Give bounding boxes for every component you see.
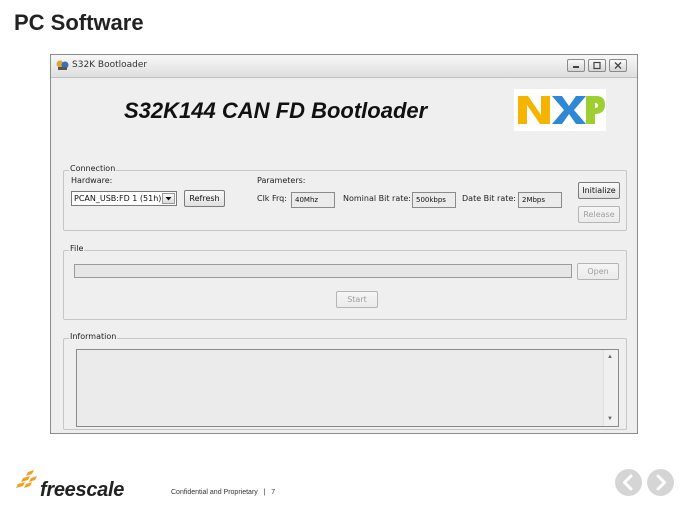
window-title: S32K Bootloader [72, 60, 148, 70]
scroll-down-icon[interactable]: ▼ [607, 416, 613, 422]
scroll-up-icon[interactable]: ▲ [607, 354, 613, 360]
app-heading: S32K144 CAN FD Bootloader [124, 98, 428, 123]
information-log[interactable]: ▲ ▼ [76, 349, 619, 427]
information-group: Information ▲ ▼ [63, 332, 627, 430]
window-titlebar[interactable]: S32K Bootloader [51, 55, 637, 78]
hardware-label: Hardware: [71, 176, 113, 185]
close-icon[interactable] [609, 59, 627, 72]
footer-confidential-text: Confidential and Proprietary [171, 489, 258, 496]
chevron-left-icon [623, 474, 633, 491]
connection-group-label: Connection [69, 164, 117, 173]
next-slide-button[interactable] [647, 469, 674, 496]
file-group: File Open Start [63, 244, 627, 320]
initialize-button[interactable]: Initialize [578, 182, 620, 199]
information-group-label: Information [69, 332, 118, 341]
file-group-label: File [69, 244, 85, 253]
minimize-icon[interactable] [567, 59, 585, 72]
app-icon [56, 60, 69, 70]
bootloader-window: S32K Bootloader S32K144 CAN FD Bootloade… [50, 54, 638, 434]
log-scrollbar[interactable]: ▲ ▼ [603, 350, 618, 426]
clk-field[interactable]: 40Mhz [291, 192, 335, 208]
slide-title: PC Software [14, 10, 144, 35]
data-bit-rate-field[interactable]: 2Mbps [518, 192, 562, 208]
chevron-right-icon [656, 474, 666, 491]
connection-group: Connection Hardware: PCAN_USB:FD 1 (51h)… [63, 164, 627, 231]
hardware-select[interactable]: PCAN_USB:FD 1 (51h) [71, 191, 177, 206]
hardware-select-value: PCAN_USB:FD 1 (51h) [74, 194, 162, 203]
footer-separator: | [263, 489, 266, 496]
nominal-bit-rate-label: Nominal Bit rate: [343, 194, 411, 203]
open-button[interactable]: Open [577, 263, 619, 280]
nxp-logo [514, 89, 606, 131]
footer-confidential: Confidential and Proprietary | 7 [171, 489, 275, 496]
nominal-bit-rate-field[interactable]: 500kbps [412, 192, 456, 208]
data-bit-rate-label: Date Bit rate: [462, 194, 516, 203]
release-button[interactable]: Release [578, 206, 620, 223]
page-number: 7 [271, 489, 276, 496]
refresh-button[interactable]: Refresh [184, 190, 225, 207]
start-button[interactable]: Start [336, 291, 378, 308]
clk-label: Clk Frq: [257, 194, 287, 203]
window-client: S32K144 CAN FD Bootloader Connection Har… [55, 79, 633, 430]
freescale-logo-text: freescale [40, 479, 125, 501]
file-progress-bar [74, 264, 572, 278]
previous-slide-button[interactable] [615, 469, 642, 496]
chevron-down-icon[interactable] [162, 193, 175, 204]
parameters-label: Parameters: [257, 176, 306, 185]
maximize-icon[interactable] [588, 59, 606, 72]
